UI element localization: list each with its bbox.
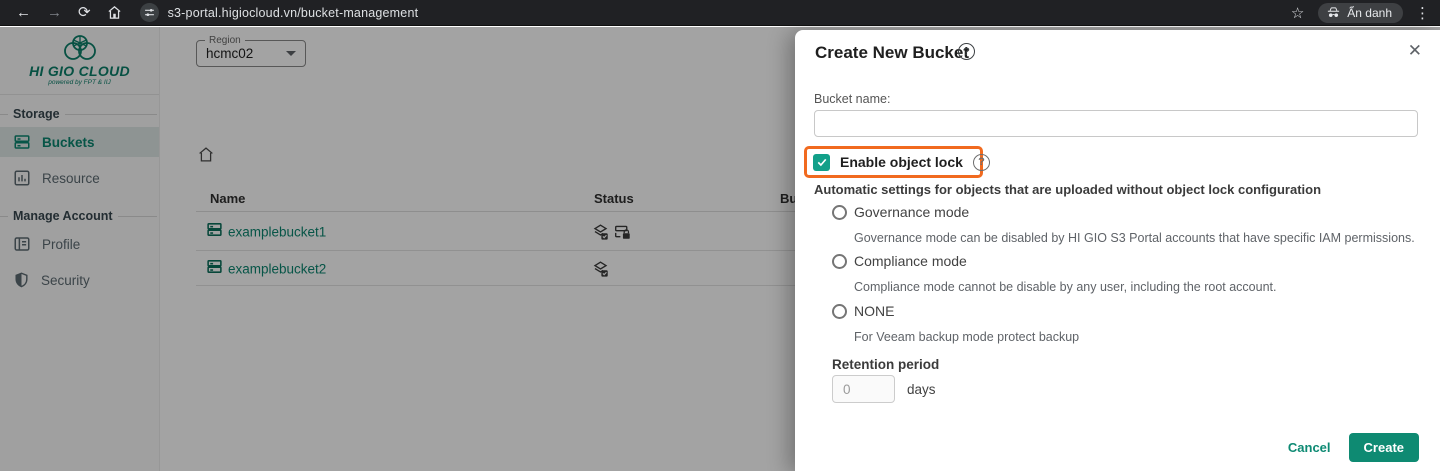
bucket-name-input[interactable] xyxy=(814,110,1418,137)
cancel-button[interactable]: Cancel xyxy=(1288,440,1331,455)
governance-mode-description: Governance mode can be disabled by HI GI… xyxy=(854,231,1415,245)
browser-toolbar: ← → ⟳ s3-portal.higiocloud.vn/bucket-man… xyxy=(0,0,1440,26)
url-bar[interactable]: s3-portal.higiocloud.vn/bucket-managemen… xyxy=(168,6,419,20)
dialog-title: Create New Bucket xyxy=(815,43,969,63)
governance-mode-radio[interactable] xyxy=(832,205,847,220)
compliance-mode-label: Compliance mode xyxy=(854,253,967,269)
browser-home-icon[interactable] xyxy=(107,5,122,20)
check-icon xyxy=(816,156,828,168)
close-icon[interactable]: ✕ xyxy=(1408,41,1422,61)
none-mode-radio[interactable] xyxy=(832,304,847,319)
dialog-help-icon[interactable]: ? xyxy=(958,43,975,60)
create-bucket-dialog: Create New Bucket ? ✕ Bucket name: Enabl… xyxy=(795,30,1440,471)
enable-object-lock-highlight: Enable object lock ? xyxy=(804,146,983,178)
compliance-mode-radio[interactable] xyxy=(832,254,847,269)
retention-period-input[interactable] xyxy=(832,375,895,403)
refresh-icon[interactable]: ⟳ xyxy=(78,5,91,20)
none-mode-description: For Veeam backup mode protect backup xyxy=(854,330,1079,344)
retention-unit-label: days xyxy=(907,382,936,397)
retention-period-label: Retention period xyxy=(832,357,939,372)
incognito-badge: Ẩn danh xyxy=(1318,3,1403,23)
auto-settings-text: Automatic settings for objects that are … xyxy=(814,182,1321,197)
incognito-icon xyxy=(1326,6,1341,19)
incognito-label: Ẩn danh xyxy=(1347,6,1392,20)
back-icon[interactable]: ← xyxy=(16,5,31,20)
create-button[interactable]: Create xyxy=(1349,433,1419,462)
site-info-icon[interactable] xyxy=(140,3,159,22)
screen: ← → ⟳ s3-portal.higiocloud.vn/bucket-man… xyxy=(0,0,1440,471)
dialog-footer: Cancel Create xyxy=(1288,433,1419,462)
bookmark-icon[interactable]: ☆ xyxy=(1291,4,1304,22)
enable-object-lock-checkbox[interactable] xyxy=(813,154,830,171)
enable-object-lock-label: Enable object lock xyxy=(840,154,963,170)
none-mode-label: NONE xyxy=(854,303,894,319)
bucket-name-label: Bucket name: xyxy=(814,92,890,106)
object-lock-help-icon[interactable]: ? xyxy=(973,154,990,171)
forward-icon[interactable]: → xyxy=(47,5,62,20)
governance-mode-label: Governance mode xyxy=(854,204,969,220)
browser-menu-icon[interactable]: ⋮ xyxy=(1415,4,1430,22)
compliance-mode-description: Compliance mode cannot be disable by any… xyxy=(854,280,1277,294)
